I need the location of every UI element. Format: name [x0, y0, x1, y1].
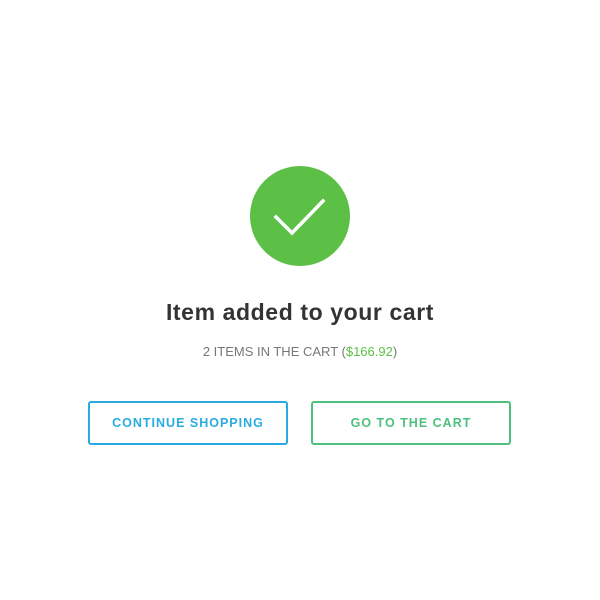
success-checkmark-icon	[250, 166, 350, 266]
cart-summary-price: $166.92	[345, 344, 393, 359]
checkmark-circle	[250, 166, 350, 266]
cart-confirmation-page: Item added to your cart 2 ITEMS IN THE C…	[0, 0, 600, 600]
continue-shopping-button[interactable]: CONTINUE SHOPPING	[88, 401, 288, 445]
checkmark-icon	[250, 166, 350, 266]
cart-summary: 2 ITEMS IN THE CART ($166.92)	[0, 343, 600, 361]
confirmation-title: Item added to your cart	[165, 299, 435, 325]
go-to-cart-button[interactable]: GO TO THE CART	[311, 401, 511, 445]
cart-summary-close: )	[392, 344, 398, 359]
cart-summary-count: 2 ITEMS IN THE CART (	[202, 344, 346, 359]
